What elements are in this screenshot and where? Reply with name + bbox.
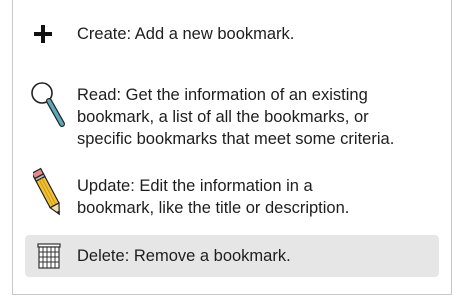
update-text: Update: Edit the information in a bookma… <box>77 177 350 217</box>
create-text: Create: Add a new bookmark. <box>77 25 295 43</box>
delete-text: Delete: Remove a bookmark. <box>77 247 291 265</box>
create-item: Create: Add a new bookmark. <box>25 18 439 48</box>
crud-panel: Create: Add a new bookmark. Read: Get th… <box>12 0 452 295</box>
magnifier-icon <box>29 80 67 135</box>
read-text: Read: Get the information of an existing… <box>77 86 395 148</box>
update-item: Update: Edit the information in a bookma… <box>25 160 439 220</box>
plus-icon <box>33 24 53 49</box>
read-item: Read: Get the information of an existing… <box>25 72 439 152</box>
delete-item: Delete: Remove a bookmark. <box>25 235 439 277</box>
pencil-icon <box>31 166 63 225</box>
trash-icon <box>37 243 61 274</box>
